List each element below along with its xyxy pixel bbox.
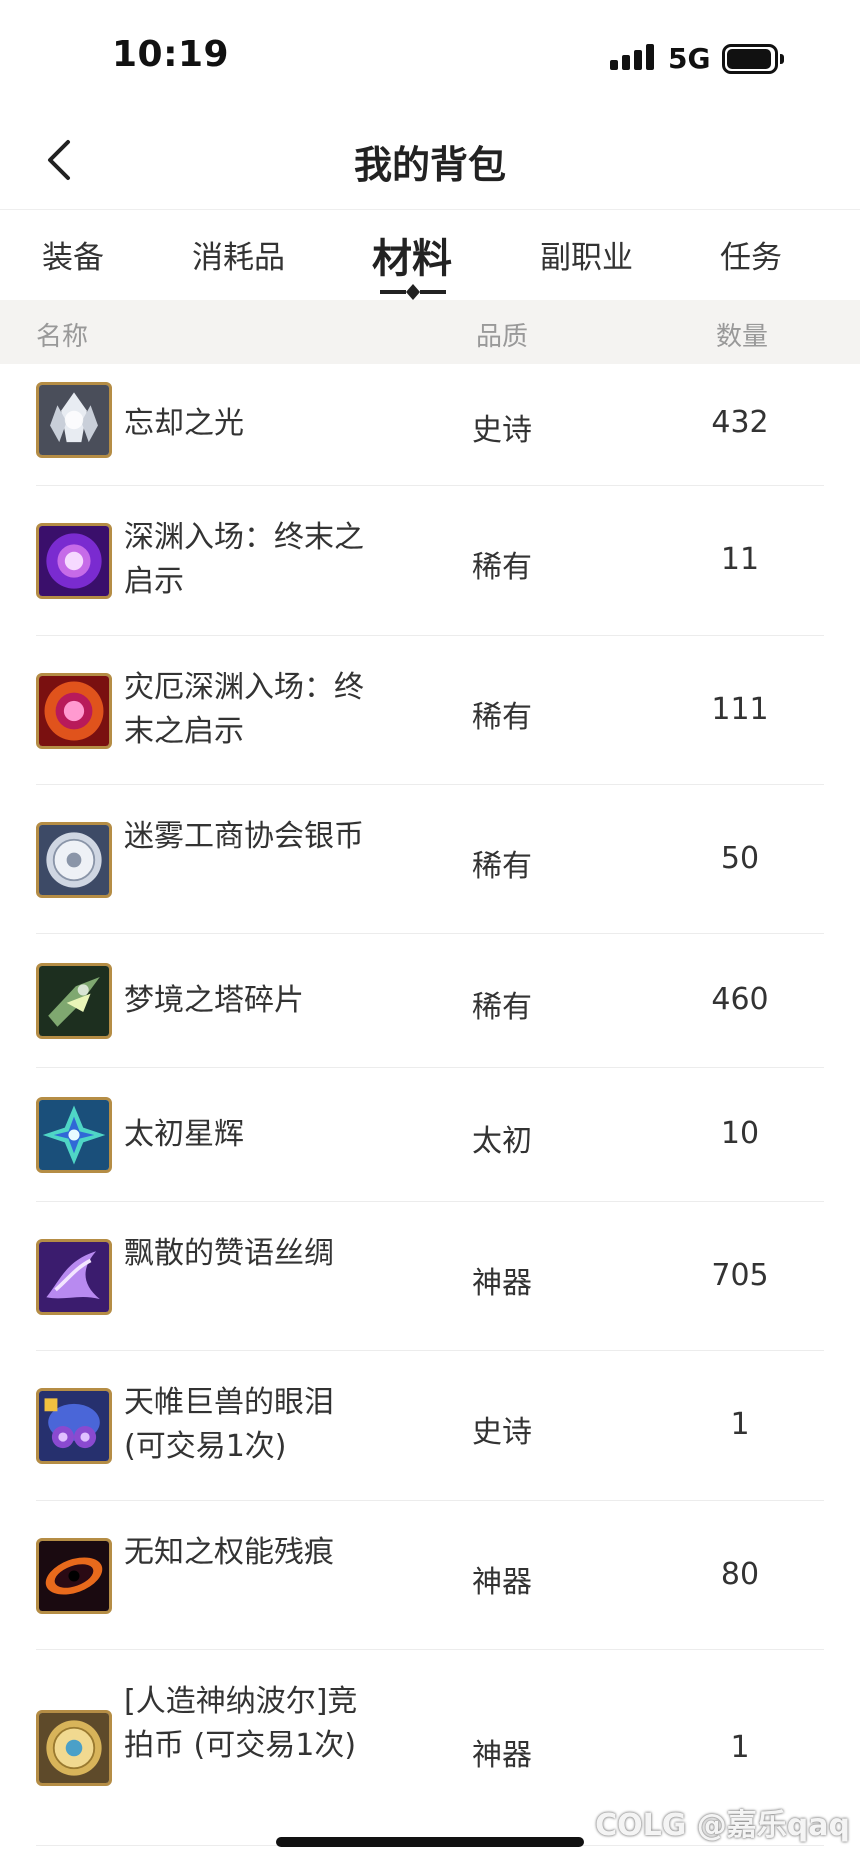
item-quality: 神器	[472, 1266, 532, 1301]
network-type: 5G	[668, 42, 711, 75]
item-list: 忘却之光 史诗 432 深渊入场：终末之启示 稀有 11 灾厄深渊入场：终末之启…	[0, 364, 860, 1846]
column-header-name: 名称	[36, 322, 89, 352]
item-quantity: 1	[730, 1407, 750, 1442]
green-shard-icon	[36, 963, 112, 1039]
item-quality: 稀有	[472, 849, 532, 884]
table-row[interactable]: 梦境之塔碎片 稀有 460	[0, 934, 860, 1068]
watermark: COLG @嘉乐qaq	[595, 1808, 850, 1843]
table-row[interactable]: 深渊入场：终末之启示 稀有 11	[0, 486, 860, 636]
item-quantity: 50	[720, 841, 760, 876]
item-quantity: 460	[711, 982, 769, 1017]
column-header-quantity: 数量	[716, 322, 769, 352]
item-name: 太初星辉	[124, 1117, 244, 1152]
table-row[interactable]: 灾厄深渊入场：终末之启示 稀有 111	[0, 636, 860, 785]
table-row[interactable]: 天帷巨兽的眼泪 (可交易1次) 史诗 1	[0, 1351, 860, 1501]
category-tabs: 装备 消耗品 材料 副职业 任务	[0, 212, 860, 300]
battery-icon	[722, 44, 784, 74]
item-quality: 稀有	[472, 700, 532, 735]
light-crystal-icon	[36, 382, 112, 458]
table-row[interactable]: 迷雾工商协会银币 稀有 50	[0, 785, 860, 934]
item-quantity: 11	[720, 542, 760, 577]
table-row[interactable]: 无知之权能残痕 神器 80	[0, 1501, 860, 1650]
home-indicator[interactable]	[276, 1837, 584, 1847]
nav-header: 我的背包	[0, 110, 860, 210]
tab-equipment[interactable]: 装备	[42, 232, 104, 277]
item-quantity: 10	[720, 1116, 760, 1151]
item-quality: 神器	[472, 1565, 532, 1600]
item-name: 无知之权能残痕	[124, 1535, 334, 1570]
item-name: 迷雾工商协会银币	[124, 819, 364, 854]
item-name: 深渊入场：终末之启示	[124, 520, 364, 599]
table-row[interactable]: 太初星辉 太初 10	[0, 1068, 860, 1202]
silk-icon	[36, 1239, 112, 1315]
item-quality: 稀有	[472, 550, 532, 585]
item-quality: 稀有	[472, 990, 532, 1025]
item-name: 忘却之光	[124, 406, 244, 441]
item-quantity: 432	[711, 405, 769, 440]
page-title: 我的背包	[353, 143, 506, 187]
item-quality: 史诗	[472, 1415, 532, 1450]
item-name: 天帷巨兽的眼泪 (可交易1次)	[124, 1385, 334, 1464]
table-header: 名称 品质 数量	[0, 300, 860, 364]
tab-materials[interactable]: 材料	[372, 226, 452, 284]
active-tab-indicator	[380, 284, 446, 300]
table-row[interactable]: 忘却之光 史诗 432	[0, 364, 860, 486]
tab-sub-profession[interactable]: 副职业	[540, 232, 633, 277]
tab-consumables[interactable]: 消耗品	[192, 232, 285, 277]
star-gem-icon	[36, 1097, 112, 1173]
item-quality: 太初	[472, 1124, 532, 1159]
item-quantity: 80	[720, 1557, 760, 1592]
item-quality: 神器	[472, 1738, 532, 1773]
red-orb-icon	[36, 673, 112, 749]
item-name: 飘散的赞语丝绸	[124, 1236, 334, 1271]
status-time: 10:19	[112, 34, 230, 75]
silver-coin-icon	[36, 822, 112, 898]
status-bar: 10:19 5G	[0, 0, 860, 110]
signal-icon	[610, 44, 656, 70]
item-quantity: 1	[730, 1730, 750, 1765]
vortex-icon	[36, 1538, 112, 1614]
item-name: 灾厄深渊入场：终末之启示	[124, 670, 364, 749]
item-quality: 史诗	[472, 413, 532, 448]
item-quantity: 111	[711, 692, 769, 727]
item-name: 梦境之塔碎片	[124, 983, 304, 1018]
tab-quests[interactable]: 任务	[720, 232, 782, 277]
column-header-quality: 品质	[476, 322, 529, 352]
item-quantity: 705	[711, 1258, 769, 1293]
item-name: [人造神纳波尔]竞拍币 (可交易1次)	[124, 1684, 358, 1763]
purple-orb-icon	[36, 523, 112, 599]
gold-coin-icon	[36, 1710, 112, 1786]
beast-tear-icon	[36, 1388, 112, 1464]
table-row[interactable]: 飘散的赞语丝绸 神器 705	[0, 1202, 860, 1351]
